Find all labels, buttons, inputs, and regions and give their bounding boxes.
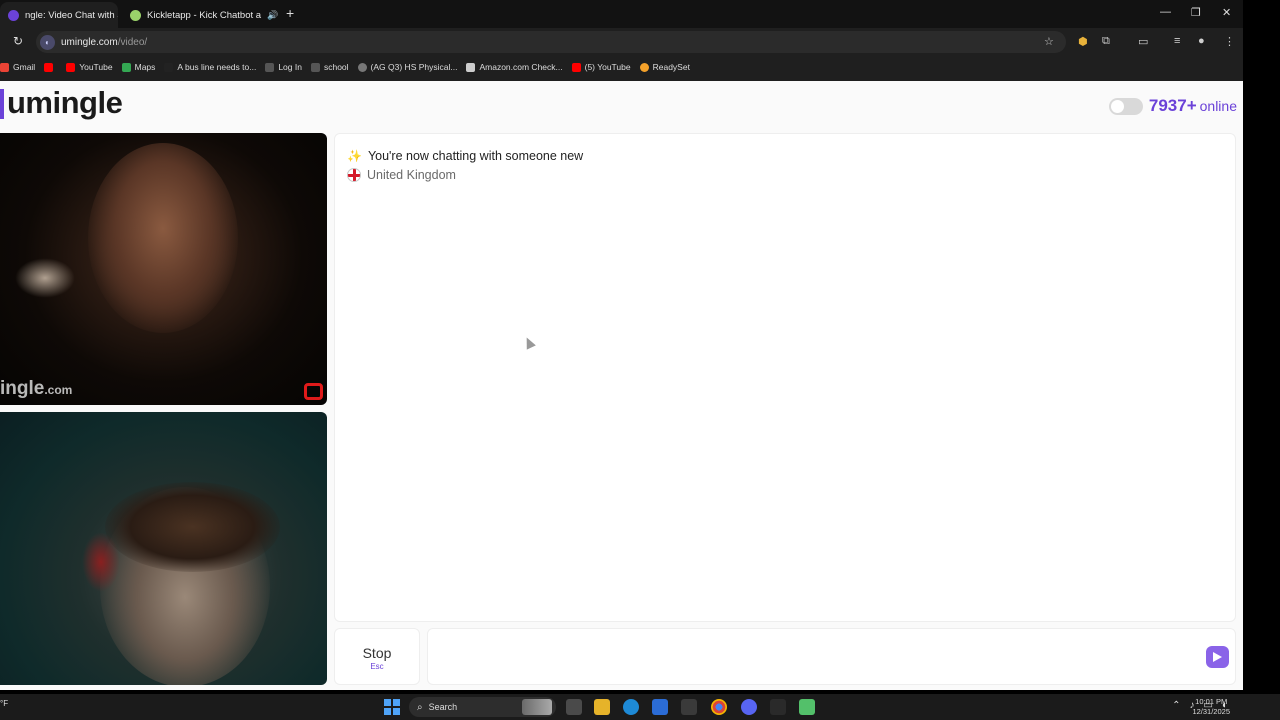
status-text: You're now chatting with someone new <box>367 149 584 163</box>
discord-icon[interactable] <box>741 699 757 715</box>
browser-toolbar: ↻ ◐ umingle.com/video/ ☆ ⬢ ⧉ ▭ ≡ ● ⋮ <box>0 28 1243 56</box>
online-count: 7937+ <box>1148 96 1197 115</box>
close-window-icon[interactable]: ✕ <box>1222 6 1231 19</box>
country-text: United Kingdom <box>367 168 456 182</box>
weather-widget[interactable]: °F <box>0 699 8 708</box>
url-text: umingle.com/video/ <box>61 36 148 48</box>
minimize-icon[interactable]: — <box>1160 6 1171 18</box>
bookmarks-bar: Gmail YouTube Maps A bus line needs to..… <box>0 58 1243 76</box>
outlook-icon[interactable] <box>652 699 668 715</box>
extension-icon[interactable]: ⬢ <box>1078 35 1088 48</box>
bookmark-hs-physical[interactable]: (AG Q3) HS Physical... <box>357 62 457 72</box>
media-control-icon[interactable]: ≡ <box>1174 35 1180 47</box>
chair-red <box>82 532 120 592</box>
menu-kebab-icon[interactable]: ⋮ <box>1224 35 1235 48</box>
readyset-icon <box>639 62 649 72</box>
classlink-icon <box>265 62 275 72</box>
stranger-hand <box>15 258 75 298</box>
kick-app-icon[interactable] <box>799 699 815 715</box>
bookmark-star-icon[interactable]: ☆ <box>1044 35 1054 48</box>
speaker-icon[interactable]: 🔊 <box>267 10 278 21</box>
umingle-page: umingle 7937+ online ingle.com ✨ You're … <box>0 81 1243 690</box>
stop-button[interactable]: Stop Esc <box>334 628 420 685</box>
sparkle-icon: ✨ <box>347 149 362 163</box>
doc-icon <box>164 62 174 72</box>
bookmark-youtube-icon-only[interactable] <box>44 62 57 72</box>
clock[interactable]: 10:01 PM 12/31/2025 <box>1192 697 1230 717</box>
bookmark-gmail[interactable]: Gmail <box>0 62 35 72</box>
tab-kicklet[interactable]: Kickletapp - Kick Chatbot a 🔊 ✕ <box>122 2 282 28</box>
bookmark-maps[interactable]: Maps <box>121 62 155 72</box>
chevron-up-icon[interactable]: ⌃ <box>1172 700 1180 711</box>
umingle-watermark: ingle.com <box>0 378 73 399</box>
chrome-icon[interactable] <box>711 699 727 715</box>
chat-status: ✨ You're now chatting with someone new <box>347 149 583 163</box>
stranger-video: ingle.com <box>0 133 327 405</box>
maps-icon <box>121 62 131 72</box>
file-explorer-icon[interactable] <box>594 699 610 715</box>
umingle-favicon-icon <box>8 9 19 21</box>
self-hair <box>105 482 280 572</box>
tab-title: ngle: Video Chat with S <box>25 9 118 21</box>
bookmark-youtube[interactable]: YouTube <box>66 62 113 72</box>
task-view-icon[interactable] <box>566 699 582 715</box>
site-info-icon[interactable]: ◐ <box>40 34 55 50</box>
theme-toggle[interactable] <box>1108 97 1143 115</box>
new-tab-icon[interactable]: + <box>286 5 294 21</box>
extensions-puzzle-icon[interactable]: ⧉ <box>1102 35 1110 48</box>
capcut-icon[interactable] <box>770 699 786 715</box>
tab-strip: ngle: Video Chat with S ◉ ✕ Kickletapp -… <box>0 0 1243 28</box>
amazon-icon <box>466 62 476 72</box>
kicklet-favicon-icon <box>130 9 141 21</box>
partner-country: United Kingdom <box>347 168 456 182</box>
site-logo[interactable]: umingle <box>7 85 123 121</box>
store-icon[interactable] <box>681 699 697 715</box>
gmail-icon <box>0 62 9 72</box>
classlink-icon <box>310 62 320 72</box>
youtube-icon <box>44 62 54 72</box>
chat-panel: ✨ You're now chatting with someone new U… <box>334 133 1236 622</box>
youtube-icon <box>571 62 581 72</box>
bookmark-school[interactable]: school <box>310 62 349 72</box>
message-input[interactable] <box>427 628 1236 685</box>
reload-icon[interactable]: ↻ <box>13 34 23 48</box>
logo-accent-bar <box>0 89 4 119</box>
globe-icon <box>357 62 367 72</box>
send-button[interactable] <box>1206 646 1229 668</box>
stranger-face <box>88 143 238 333</box>
windows-start-icon[interactable] <box>384 699 400 715</box>
bookmark-readyset[interactable]: ReadySet <box>639 62 690 72</box>
profile-avatar-icon[interactable]: ● <box>1198 35 1205 47</box>
report-flag-icon[interactable] <box>304 383 323 400</box>
send-icon <box>1213 652 1222 662</box>
stop-shortcut: Esc <box>370 662 384 671</box>
youtube-icon <box>66 62 76 72</box>
restore-icon[interactable]: ❐ <box>1191 6 1201 19</box>
windows-taskbar: °F ⌕ Search ⌃ ♪ ▭ ◐ 10:01 PM 12/31/2025 <box>0 694 1280 720</box>
search-icon: ⌕ <box>417 701 423 713</box>
bookmark-bus-line[interactable]: A bus line needs to... <box>164 62 256 72</box>
self-video <box>0 412 327 685</box>
online-indicator: 7937+ online <box>1108 96 1237 116</box>
bookmark-log-in[interactable]: Log In <box>265 62 302 72</box>
browser-chrome: ngle: Video Chat with S ◉ ✕ Kickletapp -… <box>0 0 1243 81</box>
online-label: online <box>1199 98 1237 114</box>
tab-umingle[interactable]: ngle: Video Chat with S ◉ ✕ <box>0 2 118 28</box>
cast-icon[interactable]: ▭ <box>1138 35 1148 48</box>
address-bar[interactable]: ◐ umingle.com/video/ <box>36 31 1066 53</box>
edge-icon[interactable] <box>623 699 639 715</box>
uk-flag-icon <box>347 168 361 182</box>
bookmark-amazon[interactable]: Amazon.com Check... <box>466 62 563 72</box>
bookmark-youtube-5[interactable]: (5) YouTube <box>571 62 631 72</box>
screen-edge <box>1243 0 1280 720</box>
stop-label: Stop <box>362 645 392 661</box>
tab-title: Kickletapp - Kick Chatbot a <box>147 9 262 21</box>
search-highlight-icon[interactable] <box>522 699 552 715</box>
